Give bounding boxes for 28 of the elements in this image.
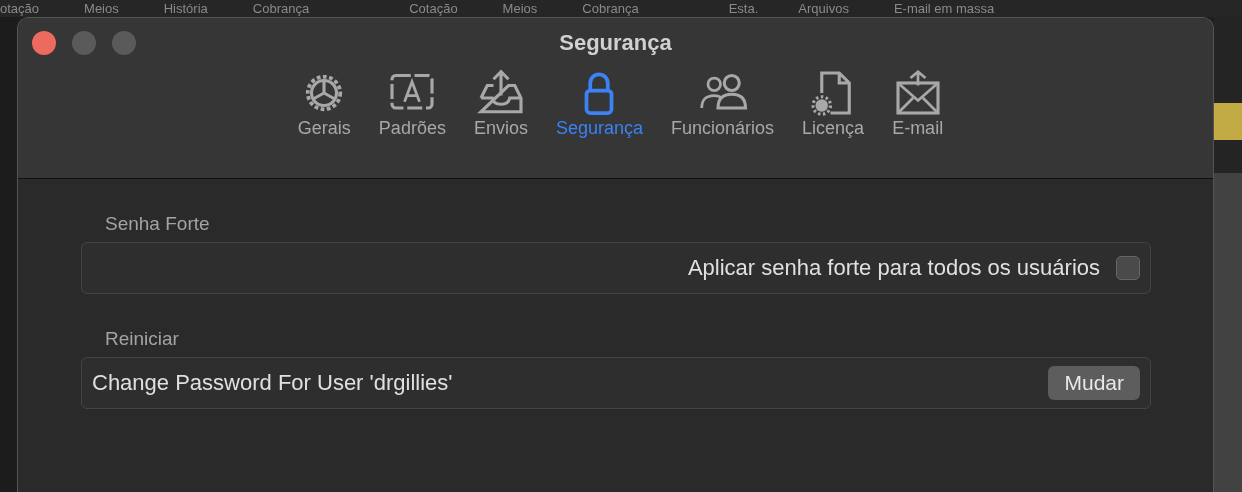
window-title: Segurança xyxy=(559,30,672,55)
menu-item[interactable]: História xyxy=(163,0,208,17)
menu-item[interactable]: Meios xyxy=(502,0,538,17)
toolbar-tab[interactable]: Segurança xyxy=(549,68,649,139)
menu-item[interactable]: Cobrança xyxy=(582,0,639,17)
minimize-button[interactable] xyxy=(72,31,96,55)
change-button[interactable]: Mudar xyxy=(1048,366,1140,400)
toolbar-tab[interactable]: E-mail xyxy=(886,68,950,139)
option-label: Change Password For User 'drgillies' xyxy=(92,370,453,396)
toolbar-tab[interactable]: Licença xyxy=(796,68,871,139)
close-button[interactable] xyxy=(32,31,56,55)
menu-item[interactable]: otação xyxy=(0,0,40,17)
toolbar-tab[interactable]: Padrões xyxy=(372,68,452,139)
section-title: Senha Forte xyxy=(104,213,211,235)
menu-item[interactable]: Cotação xyxy=(409,0,458,17)
toolbar-tab[interactable]: Funcionários xyxy=(665,68,781,139)
checkbox-label: Aplicar senha forte para todos os usuários xyxy=(687,255,1100,281)
checkbox[interactable] xyxy=(1116,256,1140,280)
section-title: Reiniciar xyxy=(104,328,180,350)
highlight-bar xyxy=(1214,103,1242,140)
menu-item[interactable]: Cobrança xyxy=(252,0,310,17)
toolbar-tab[interactable]: Envios xyxy=(467,68,534,139)
zoom-button[interactable] xyxy=(112,31,136,55)
menu-item[interactable]: Esta. xyxy=(728,0,759,17)
toolbar-tab[interactable]: Gerais xyxy=(291,68,357,139)
menu-item[interactable]: E-mail em massa xyxy=(893,0,995,17)
menu-item[interactable]: Arquivos xyxy=(798,0,849,17)
menu-item[interactable]: Meios xyxy=(84,0,119,17)
